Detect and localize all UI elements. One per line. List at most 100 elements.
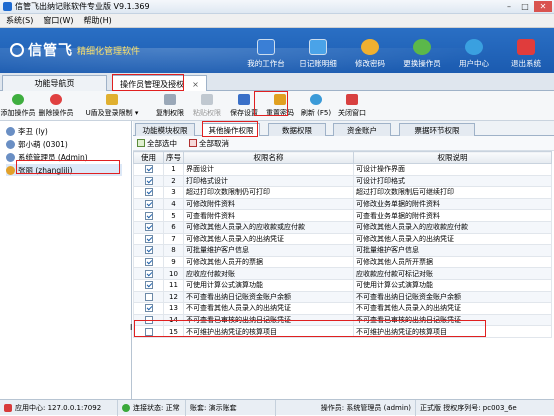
nav-change-password[interactable]: 修改密码 xyxy=(344,30,396,72)
use-cell xyxy=(133,290,164,304)
refresh-button[interactable]: 刷新 (F5) xyxy=(298,91,334,121)
table-row[interactable]: 10 应收应付款对账 应收款应付款可标记对账 xyxy=(133,267,552,280)
nav-exit-system[interactable]: 退出系统 xyxy=(500,30,552,72)
table-row[interactable]: 2 打印格式设计 可设计打印格式 xyxy=(133,174,552,188)
user-icon xyxy=(6,165,15,175)
table-row[interactable]: 14 不可查看已审核的出纳日记账凭证 不可查看已审核的出纳日记账凭证 xyxy=(133,313,552,327)
use-checkbox[interactable] xyxy=(144,269,153,278)
tab-operator-management[interactable]: 操作员管理及授权 × xyxy=(112,75,207,92)
tab-navigation[interactable]: 功能导航页 xyxy=(2,75,107,91)
close-button[interactable]: ✕ xyxy=(534,1,552,12)
column-no[interactable]: 序号 xyxy=(163,151,184,164)
table-row[interactable]: 5 可查看附件资料 可查看业务单据的附件资料 xyxy=(133,209,552,222)
desktop-icon xyxy=(257,39,275,55)
nav-switch-operator[interactable]: 更换操作员 xyxy=(396,30,448,72)
number-cell: 7 xyxy=(163,232,184,246)
operator-item[interactable]: 李丑 (ly) xyxy=(6,125,48,137)
use-checkbox[interactable] xyxy=(144,327,153,336)
menu-system[interactable]: 系统(S) xyxy=(6,15,33,26)
column-desc[interactable]: 权限说明 xyxy=(353,151,552,164)
table-row[interactable]: 1 界面设计 可设计操作界面 xyxy=(133,163,552,176)
maximize-button[interactable]: □ xyxy=(518,1,532,12)
tab-module-permission[interactable]: 功能模块权限 xyxy=(135,123,195,136)
delete-operator-button[interactable]: 删除操作员 xyxy=(34,91,78,121)
table-row[interactable]: 11 可使用计算公式演算功能 可使用计算公式演算功能 xyxy=(133,278,552,292)
copy-permission-button[interactable]: 复制权限 xyxy=(152,91,188,121)
brand-slogan: 精细化管理软件 xyxy=(77,46,141,57)
tab-bill-permission[interactable]: 票据环节权限 xyxy=(399,123,475,136)
number-cell: 3 xyxy=(163,186,184,199)
table-row[interactable]: 13 不可查看其他人员录入的出纳凭证 不可查看其他人员录入的出纳凭证 xyxy=(133,302,552,315)
menu-bar: 系统(S) 窗口(W) 帮助(H) xyxy=(0,14,554,28)
close-window-button[interactable]: 关闭窗口 xyxy=(334,91,370,121)
menu-window[interactable]: 窗口(W) xyxy=(43,15,73,26)
desc-cell: 可修改其他人员录入的出纳凭证 xyxy=(353,232,552,246)
paste-icon xyxy=(201,94,213,105)
use-checkbox[interactable] xyxy=(144,304,153,313)
table-row[interactable]: 15 不可维护出纳凭证的核算项目 不可维护出纳凭证的核算项目 xyxy=(133,325,552,338)
nav-journal-detail[interactable]: 日记账明细 xyxy=(292,30,344,72)
operator-item-selected[interactable]: 张丽 (zhanglili) xyxy=(6,164,122,176)
number-cell: 15 xyxy=(163,325,184,338)
table-row[interactable]: 7 可修改其他人员录入的出纳凭证 可修改其他人员录入的出纳凭证 xyxy=(133,232,552,246)
delete-user-icon xyxy=(50,94,62,105)
use-checkbox[interactable] xyxy=(144,281,153,290)
deselect-all-button[interactable]: 全部取消 xyxy=(189,138,229,149)
use-cell xyxy=(133,220,164,234)
switch-user-icon xyxy=(413,39,431,55)
reset-password-button[interactable]: 重置密码 xyxy=(262,91,298,121)
paste-permission-button[interactable]: 粘贴权限 xyxy=(188,91,226,121)
refresh-icon xyxy=(310,94,322,105)
permission-table: 使用 序号 权限名称 权限说明 1 界面设计 可设计操作界面 2 打印格式设计 可设计打印… xyxy=(133,151,552,338)
column-use[interactable]: 使用 xyxy=(133,151,164,164)
table-row[interactable]: 6 可修改其他人员录入的应收款或应付款 可修改其他人员录入的应收款应付款 xyxy=(133,220,552,234)
table-row[interactable]: 3 超过打印次数限制仍可打印 超过打印次数限制后可继续打印 xyxy=(133,186,552,199)
tab-fund-account[interactable]: 资金账户 xyxy=(333,123,391,136)
name-cell: 可修改其他人员开的票据 xyxy=(183,255,354,269)
tab-close-icon[interactable]: × xyxy=(192,80,199,89)
desc-cell: 可修改其他人员录入的应收款应付款 xyxy=(353,220,552,234)
menu-help[interactable]: 帮助(H) xyxy=(83,15,111,26)
column-name[interactable]: 权限名称 xyxy=(183,151,354,164)
use-checkbox[interactable] xyxy=(144,188,153,197)
shield-icon xyxy=(106,94,118,105)
use-checkbox[interactable] xyxy=(144,200,153,209)
permission-tabs: 功能模块权限 其他操作权限 数据权限 资金账户 票据环节权限 xyxy=(133,121,554,137)
use-checkbox[interactable] xyxy=(144,316,153,325)
operator-item[interactable]: 系统管理员 (Admin) xyxy=(6,151,88,163)
use-checkbox[interactable] xyxy=(144,165,153,174)
save-settings-button[interactable]: 保存设置 xyxy=(226,91,262,121)
use-checkbox[interactable] xyxy=(144,258,153,267)
table-row[interactable]: 4 可修改附件资料 可修改业务单据的附件资料 xyxy=(133,197,552,211)
name-cell: 不可维护出纳凭证的核算项目 xyxy=(183,325,354,338)
toolbar: 添加操作员 删除操作员 U盾及登录限制 ▾ 复制权限 粘贴权限 保存设置 重置密… xyxy=(0,91,554,121)
use-checkbox[interactable] xyxy=(144,223,153,232)
use-cell xyxy=(133,267,164,280)
tab-other-permission[interactable]: 其他操作权限 xyxy=(202,123,260,137)
number-cell: 9 xyxy=(163,255,184,269)
table-row[interactable]: 12 不可查看出纳日记账资金账户余额 不可查看出纳日记账资金账户余额 xyxy=(133,290,552,304)
use-checkbox[interactable] xyxy=(144,176,153,185)
use-checkbox[interactable] xyxy=(144,246,153,255)
use-cell xyxy=(133,209,164,222)
selection-bar: 全部选中 全部取消 xyxy=(133,136,554,151)
tab-data-permission[interactable]: 数据权限 xyxy=(268,123,326,136)
use-checkbox[interactable] xyxy=(144,292,153,301)
operator-item[interactable]: 郭小萌 (0301) xyxy=(6,138,68,150)
desc-cell: 可修改其他人员所开票据 xyxy=(353,255,552,269)
status-app-center: 应用中心: 127.0.0.1:7092 xyxy=(0,399,118,416)
table-row[interactable]: 8 可批量维护客户信息 可批量维护客户信息 xyxy=(133,244,552,257)
add-user-icon xyxy=(12,94,24,105)
nav-user-center[interactable]: 用户中心 xyxy=(448,30,500,72)
select-all-button[interactable]: 全部选中 xyxy=(137,138,177,149)
add-operator-button[interactable]: 添加操作员 xyxy=(1,91,36,121)
desc-cell: 可批量维护客户信息 xyxy=(353,244,552,257)
minimize-button[interactable]: – xyxy=(502,1,516,12)
window-title: 信管飞出纳记账软件专业版 V9.1.369 xyxy=(15,2,150,11)
usb-key-login-limit-button[interactable]: U盾及登录限制 ▾ xyxy=(78,91,146,121)
number-cell: 4 xyxy=(163,197,184,211)
use-checkbox[interactable] xyxy=(144,234,153,243)
table-row[interactable]: 9 可修改其他人员开的票据 可修改其他人员所开票据 xyxy=(133,255,552,269)
nav-workbench[interactable]: 我的工作台 xyxy=(240,30,292,72)
use-checkbox[interactable] xyxy=(144,211,153,220)
